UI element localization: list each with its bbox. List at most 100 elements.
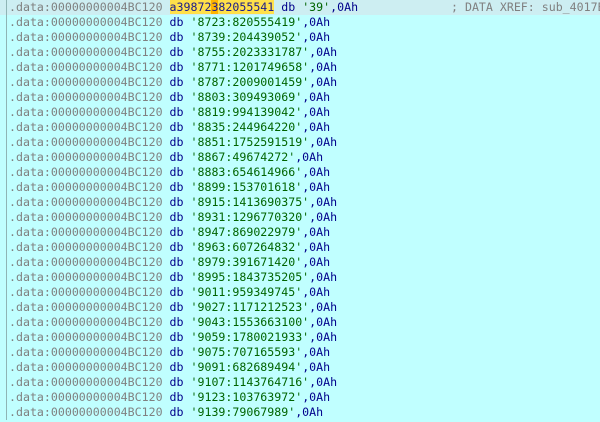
row-string: '9139:79067989'	[190, 405, 296, 419]
listing-row[interactable]: .data:00000000004BC120 db '9091:68268949…	[0, 360, 600, 375]
gutter-marker	[0, 405, 7, 420]
row-address: .data:00000000004BC120	[9, 15, 163, 29]
listing-row[interactable]: .data:00000000004BC120 db '8867:49674272…	[0, 150, 600, 165]
listing-row[interactable]: .data:00000000004BC120 db '8963:60726483…	[0, 240, 600, 255]
row-suffix: ,0Ah	[302, 120, 331, 134]
listing-row[interactable]: .data:00000000004BC120 db '8755:20233317…	[0, 45, 600, 60]
disassembly-listing[interactable]: .data:00000000004BC120 a39872382055541 d…	[0, 0, 600, 422]
row-directive: db	[169, 405, 184, 419]
row-address: .data:00000000004BC120	[9, 120, 163, 134]
row-string: '8883:654614966'	[190, 165, 303, 179]
row-address: .data:00000000004BC120	[9, 60, 163, 74]
row-directive: db	[169, 150, 184, 164]
row-address: .data:00000000004BC120	[9, 45, 163, 59]
gutter-marker	[0, 210, 7, 225]
listing-row[interactable]: .data:00000000004BC120 db '9011:95934974…	[0, 285, 600, 300]
row-directive: db	[169, 360, 184, 374]
gutter-marker	[0, 225, 7, 240]
row-directive: db	[169, 270, 184, 284]
row-directive: db	[169, 315, 184, 329]
row-string: '9091:682689494'	[190, 360, 303, 374]
listing-row[interactable]: .data:00000000004BC120 db '9139:79067989…	[0, 405, 600, 420]
row-directive: db	[169, 60, 184, 74]
listing-row[interactable]: .data:00000000004BC120 db '8723:82055541…	[0, 15, 600, 30]
listing-row[interactable]: .data:00000000004BC120 db '8819:99413904…	[0, 105, 600, 120]
row-directive: db	[169, 300, 184, 314]
row-string: '39'	[302, 0, 331, 14]
listing-row[interactable]: .data:00000000004BC120 db '8739:20443905…	[0, 30, 600, 45]
row-suffix: ,0Ah	[295, 150, 324, 164]
row-directive: db	[169, 195, 184, 209]
row-suffix: ,0Ah	[302, 165, 331, 179]
gutter-marker	[0, 195, 7, 210]
gutter-marker	[0, 240, 7, 255]
row-address: .data:00000000004BC120	[9, 330, 163, 344]
listing-row[interactable]: .data:00000000004BC120 db '9059:17800219…	[0, 330, 600, 345]
row-suffix: ,0Ah	[302, 390, 331, 404]
row-string: '8835:244964220'	[190, 120, 303, 134]
gutter-marker	[0, 360, 7, 375]
row-suffix: ,0Ah	[302, 240, 331, 254]
listing-row[interactable]: .data:00000000004BC120 db '8899:15370161…	[0, 180, 600, 195]
listing-row-selected[interactable]: .data:00000000004BC120 a39872382055541 d…	[0, 0, 600, 15]
row-directive: db	[169, 225, 184, 239]
row-string: '8915:1413690375'	[190, 195, 310, 209]
gutter-marker	[0, 330, 7, 345]
row-suffix: ,0Ah	[302, 180, 331, 194]
row-address: .data:00000000004BC120	[9, 90, 163, 104]
listing-row[interactable]: .data:00000000004BC120 db '8851:17525915…	[0, 135, 600, 150]
row-suffix: ,0Ah	[309, 315, 338, 329]
listing-row[interactable]: .data:00000000004BC120 db '8883:65461496…	[0, 165, 600, 180]
row-string: '8931:1296770320'	[190, 210, 310, 224]
listing-row[interactable]: .data:00000000004BC120 db '9107:11437647…	[0, 375, 600, 390]
row-string: '8739:204439052'	[190, 30, 303, 44]
listing-row[interactable]: .data:00000000004BC120 db '9043:15536631…	[0, 315, 600, 330]
listing-row[interactable]: .data:00000000004BC120 db '8915:14136903…	[0, 195, 600, 210]
data-label[interactable]: a39872382055541	[169, 0, 275, 14]
row-suffix: ,0Ah	[302, 90, 331, 104]
label-part: 82055541	[218, 0, 275, 14]
gutter-marker	[0, 255, 7, 270]
row-suffix: ,0Ah	[302, 285, 331, 299]
row-address: .data:00000000004BC120	[9, 405, 163, 419]
listing-row[interactable]: .data:00000000004BC120 db '8947:86902297…	[0, 225, 600, 240]
gutter-marker	[0, 75, 7, 90]
listing-row[interactable]: .data:00000000004BC120 db '8931:12967703…	[0, 210, 600, 225]
gutter-marker	[0, 345, 7, 360]
row-address: .data:00000000004BC120	[9, 210, 163, 224]
row-address: .data:00000000004BC120	[9, 270, 163, 284]
row-directive: db	[169, 45, 184, 59]
listing-row[interactable]: .data:00000000004BC120 db '8979:39167142…	[0, 255, 600, 270]
row-address: .data:00000000004BC120	[9, 390, 163, 404]
row-address: .data:00000000004BC120	[9, 165, 163, 179]
row-address: .data:00000000004BC120	[9, 375, 163, 389]
row-directive: db	[169, 240, 184, 254]
gutter-marker	[0, 135, 7, 150]
row-directive: db	[169, 90, 184, 104]
row-suffix: ,0Ah	[302, 30, 331, 44]
row-suffix: ,0Ah	[309, 330, 338, 344]
row-suffix: ,0Ah	[302, 345, 331, 359]
gutter-marker	[0, 15, 7, 30]
label-part: a39872	[169, 0, 212, 14]
row-suffix: ,0Ah	[330, 0, 359, 14]
listing-row[interactable]: .data:00000000004BC120 db '9075:70716559…	[0, 345, 600, 360]
listing-row[interactable]: .data:00000000004BC120 db '9123:10376397…	[0, 390, 600, 405]
row-address: .data:00000000004BC120	[9, 30, 163, 44]
row-suffix: ,0Ah	[309, 75, 338, 89]
listing-row[interactable]: .data:00000000004BC120 db '8835:24496422…	[0, 120, 600, 135]
gutter-marker	[0, 300, 7, 315]
listing-row[interactable]: .data:00000000004BC120 db '8771:12017496…	[0, 60, 600, 75]
listing-row[interactable]: .data:00000000004BC120 db '8803:30949306…	[0, 90, 600, 105]
row-address: .data:00000000004BC120	[9, 135, 163, 149]
gutter-marker	[0, 45, 7, 60]
gutter-marker	[0, 150, 7, 165]
listing-row[interactable]: .data:00000000004BC120 db '8787:20090014…	[0, 75, 600, 90]
row-directive: db	[169, 105, 184, 119]
row-address: .data:00000000004BC120	[9, 180, 163, 194]
row-string: '9123:103763972'	[190, 390, 303, 404]
xref-comment[interactable]: ; DATA XREF: sub_4017B	[451, 0, 600, 15]
listing-row[interactable]: .data:00000000004BC120 db '8995:18437352…	[0, 270, 600, 285]
listing-row[interactable]: .data:00000000004BC120 db '9027:11712125…	[0, 300, 600, 315]
row-string: '8803:309493069'	[190, 90, 303, 104]
